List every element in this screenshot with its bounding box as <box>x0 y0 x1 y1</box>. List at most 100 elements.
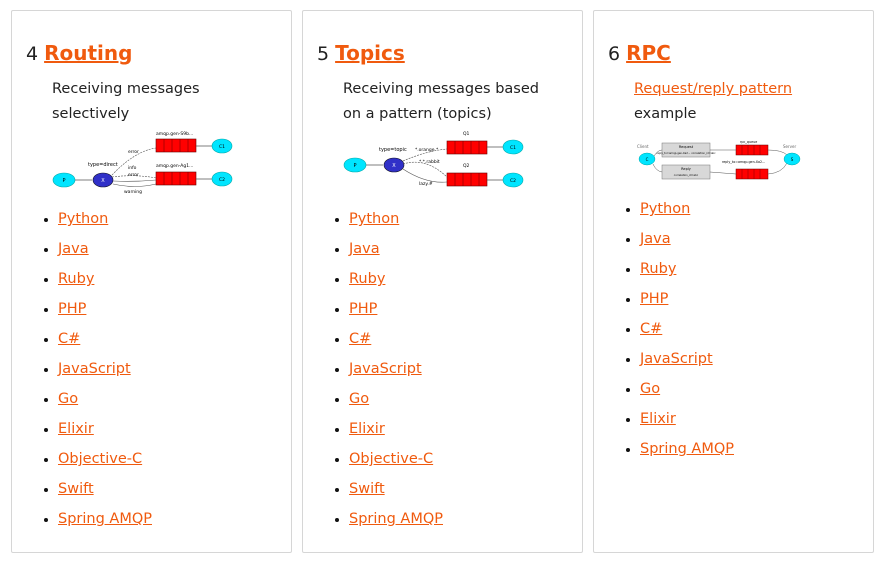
svg-text:C1: C1 <box>510 145 516 151</box>
card-title: 4 Routing <box>26 41 132 65</box>
language-link[interactable]: Spring AMQP <box>640 441 734 457</box>
list-item: Java <box>640 231 734 261</box>
svg-text:reply_to=amqp.gen-Xa2... corre: reply_to=amqp.gen-Xa2... correlation_id=… <box>656 151 716 155</box>
language-link[interactable]: Elixir <box>58 421 94 437</box>
language-link[interactable]: Go <box>349 391 369 407</box>
language-link[interactable]: Python <box>349 211 399 227</box>
binding-error-2: error <box>128 172 139 178</box>
svg-text:Q2: Q2 <box>463 163 470 169</box>
svg-text:C: C <box>646 157 649 162</box>
producer-label: P <box>62 178 65 184</box>
list-item: Python <box>349 211 443 241</box>
list-item: Elixir <box>58 421 152 451</box>
language-link[interactable]: Elixir <box>349 421 385 437</box>
language-link[interactable]: Go <box>640 381 660 397</box>
queue2-label: amqp.gen-Ag1... <box>156 163 193 169</box>
list-item: Objective-C <box>58 451 152 481</box>
binding-orange: *.orange.* <box>415 147 439 153</box>
list-item: JavaScript <box>640 351 734 381</box>
exchange-type-label: type=direct <box>88 162 118 168</box>
binding-info: info <box>128 165 137 171</box>
queue1 <box>446 140 488 155</box>
binding-lazy: lazy.# <box>419 181 433 187</box>
language-link[interactable]: Java <box>349 241 380 257</box>
list-item: Elixir <box>640 411 734 441</box>
language-link[interactable]: PHP <box>640 291 668 307</box>
language-link[interactable]: Python <box>58 211 108 227</box>
language-link[interactable]: Java <box>640 231 671 247</box>
list-item: Python <box>58 211 152 241</box>
list-item: Swift <box>58 481 152 511</box>
list-item: PHP <box>349 301 443 331</box>
language-link[interactable]: Ruby <box>640 261 676 277</box>
language-link[interactable]: Elixir <box>640 411 676 427</box>
list-item: Go <box>349 391 443 421</box>
language-link[interactable]: Objective-C <box>349 451 433 467</box>
language-link[interactable]: C# <box>349 331 371 347</box>
exchange-label: X <box>101 178 105 184</box>
list-item: Ruby <box>349 271 443 301</box>
tutorial-description: Receiving messages selectively <box>52 81 200 122</box>
list-item: Spring AMQP <box>349 511 443 541</box>
language-link[interactable]: Swift <box>58 481 94 497</box>
list-item: Java <box>349 241 443 271</box>
svg-text:C2: C2 <box>510 178 516 184</box>
svg-text:X: X <box>392 163 396 169</box>
request-reply-link[interactable]: Request/reply pattern <box>634 81 792 97</box>
list-item: C# <box>640 321 734 351</box>
topics-diagram: P X type=topic *.orange.* *.*.rabbit laz… <box>343 131 524 188</box>
language-link[interactable]: Swift <box>349 481 385 497</box>
language-link[interactable]: Objective-C <box>58 451 142 467</box>
binding-error: error <box>128 149 139 155</box>
list-item: Go <box>640 381 734 411</box>
card-title: 6 RPC <box>608 41 671 65</box>
list-item: Objective-C <box>349 451 443 481</box>
language-link[interactable]: Ruby <box>349 271 385 287</box>
rpc-queue <box>735 144 769 156</box>
svg-text:correlation_id=abc: correlation_id=abc <box>674 173 699 177</box>
tutorial-description: Request/reply pattern example <box>634 77 844 127</box>
language-link[interactable]: Go <box>58 391 78 407</box>
svg-text:P: P <box>353 163 356 169</box>
tutorial-title-link[interactable]: Topics <box>335 41 405 65</box>
rpc-diagram: Client C Request reply_to=amqp.gen-Xa2..… <box>637 140 801 180</box>
queue2 <box>446 172 488 187</box>
language-link[interactable]: JavaScript <box>640 351 713 367</box>
list-item: Java <box>58 241 152 271</box>
reply-queue <box>735 168 769 180</box>
svg-text:reply_to=amqp.gen-Xa2...: reply_to=amqp.gen-Xa2... <box>722 160 765 164</box>
language-link[interactable]: JavaScript <box>58 361 131 377</box>
language-link[interactable]: Python <box>640 201 690 217</box>
tutorial-number: 6 <box>608 43 621 65</box>
tutorial-card-topics: 5 Topics Receiving messages based on a pa… <box>302 10 583 553</box>
tutorial-number: 4 <box>26 43 39 65</box>
language-link[interactable]: JavaScript <box>349 361 422 377</box>
list-item: Spring AMQP <box>58 511 152 541</box>
language-link[interactable]: Spring AMQP <box>349 511 443 527</box>
language-link[interactable]: PHP <box>58 301 86 317</box>
list-item: JavaScript <box>58 361 152 391</box>
language-link[interactable]: Spring AMQP <box>58 511 152 527</box>
language-list: Python Java Ruby PHP C# JavaScript Go El… <box>594 201 734 471</box>
list-item: Spring AMQP <box>640 441 734 471</box>
queue1-label: amqp.gen-S9b... <box>156 131 193 137</box>
language-link[interactable]: PHP <box>349 301 377 317</box>
tutorial-card-routing: 4 Routing Receiving messages selectively … <box>11 10 292 553</box>
language-link[interactable]: Ruby <box>58 271 94 287</box>
list-item: Elixir <box>349 421 443 451</box>
language-link[interactable]: C# <box>58 331 80 347</box>
queue1 <box>155 138 197 153</box>
binding-warning: warning <box>124 189 142 195</box>
client-label: Client <box>637 144 649 149</box>
tutorial-description: Receiving messages based on a pattern (t… <box>343 81 539 122</box>
list-item: Go <box>58 391 152 421</box>
card-title: 5 Topics <box>317 41 405 65</box>
svg-text:Q1: Q1 <box>463 131 470 137</box>
language-link[interactable]: C# <box>640 321 662 337</box>
description-text: example <box>634 106 697 122</box>
tutorial-title-link[interactable]: Routing <box>44 41 132 65</box>
list-item: C# <box>349 331 443 361</box>
server-label: Server <box>783 144 796 149</box>
language-link[interactable]: Java <box>58 241 89 257</box>
tutorial-title-link[interactable]: RPC <box>626 41 671 65</box>
